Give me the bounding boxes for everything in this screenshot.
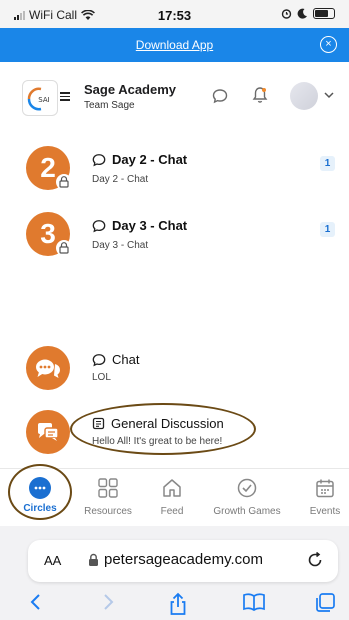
status-right bbox=[281, 8, 335, 19]
app-header: SAI Sage Academy Team Sage bbox=[0, 62, 349, 128]
nav-feed[interactable]: Feed bbox=[154, 477, 190, 517]
message-icon bbox=[38, 423, 59, 441]
sage-logo-icon: SAI bbox=[27, 87, 50, 111]
text-size-button[interactable]: AA bbox=[44, 553, 61, 568]
chat-bubble-icon[interactable] bbox=[212, 88, 228, 104]
nav-growth-games[interactable]: Growth Games bbox=[206, 477, 288, 517]
chat-title: Chat bbox=[112, 352, 140, 367]
check-circle-icon bbox=[237, 478, 257, 498]
lock-icon bbox=[56, 240, 72, 256]
team-name: Team Sage bbox=[84, 100, 135, 111]
lock-icon bbox=[56, 174, 72, 190]
home-icon bbox=[163, 479, 181, 497]
nav-label: Events bbox=[309, 506, 341, 517]
chat-title-row: Day 3 - Chat bbox=[92, 218, 187, 233]
chat-bubble-icon bbox=[92, 153, 106, 166]
chat-item-chat[interactable]: Chat LOL bbox=[0, 346, 349, 410]
chat-item-day3[interactable]: 3 Day 3 - Chat Day 3 - Chat 1 bbox=[0, 212, 349, 276]
bell-icon[interactable] bbox=[252, 86, 268, 104]
status-bar: WiFi Call 17:53 bbox=[0, 0, 349, 28]
download-app-link[interactable]: Download App bbox=[0, 38, 349, 52]
chat-title-row: Chat bbox=[92, 352, 139, 367]
annotation-ellipse bbox=[70, 403, 256, 455]
speech-bubbles-icon bbox=[36, 359, 61, 378]
nav-resources[interactable]: Resources bbox=[82, 477, 134, 517]
safari-toolbar: AA petersageacademy.com bbox=[0, 526, 349, 620]
annotation-ellipse bbox=[8, 464, 72, 520]
org-logo[interactable]: SAI bbox=[22, 80, 58, 116]
bookmarks-icon[interactable] bbox=[242, 592, 266, 612]
nav-label: Growth Games bbox=[213, 506, 281, 517]
unread-count-badge: 1 bbox=[320, 222, 335, 237]
back-icon[interactable] bbox=[28, 592, 44, 612]
chat-avatar bbox=[26, 346, 70, 390]
lock-icon bbox=[89, 553, 98, 566]
avatar[interactable] bbox=[290, 82, 318, 110]
tabs-icon[interactable] bbox=[314, 592, 336, 614]
chat-title-row: Day 2 - Chat bbox=[92, 152, 187, 167]
chat-avatar bbox=[26, 410, 70, 454]
chat-item-day2[interactable]: 2 Day 2 - Chat Day 2 - Chat 1 bbox=[0, 146, 349, 210]
chat-title: Day 3 - Chat bbox=[112, 218, 188, 233]
alarm-icon bbox=[281, 9, 292, 19]
chat-subtitle: Day 3 - Chat bbox=[92, 240, 149, 251]
battery-icon bbox=[313, 8, 335, 19]
chat-subtitle: Day 2 - Chat bbox=[92, 174, 149, 185]
nav-events[interactable]: Events bbox=[306, 477, 344, 517]
share-icon[interactable] bbox=[168, 592, 188, 616]
calendar-icon bbox=[316, 479, 334, 498]
url-field[interactable]: AA petersageacademy.com bbox=[28, 540, 338, 582]
nav-label: Resources bbox=[84, 506, 132, 517]
url-text: petersageacademy.com bbox=[104, 551, 263, 568]
reload-icon[interactable] bbox=[306, 551, 324, 569]
moon-icon bbox=[297, 8, 307, 19]
chat-title: Day 2 - Chat bbox=[112, 152, 188, 167]
chat-bubble-icon bbox=[92, 219, 106, 232]
chevron-down-icon[interactable] bbox=[324, 92, 334, 99]
unread-count-badge: 1 bbox=[320, 156, 335, 171]
chat-bubble-icon bbox=[92, 353, 106, 366]
chat-subtitle: LOL bbox=[92, 372, 111, 383]
download-app-banner: Download App × bbox=[0, 28, 349, 62]
menu-icon[interactable] bbox=[60, 92, 70, 101]
nav-label: Feed bbox=[160, 506, 184, 517]
grid-icon bbox=[98, 478, 118, 498]
safari-tools bbox=[0, 590, 349, 618]
forward-icon[interactable] bbox=[100, 592, 116, 612]
org-name: Sage Academy bbox=[84, 82, 177, 97]
svg-text:SAI: SAI bbox=[38, 96, 49, 104]
close-icon[interactable]: × bbox=[320, 36, 337, 53]
